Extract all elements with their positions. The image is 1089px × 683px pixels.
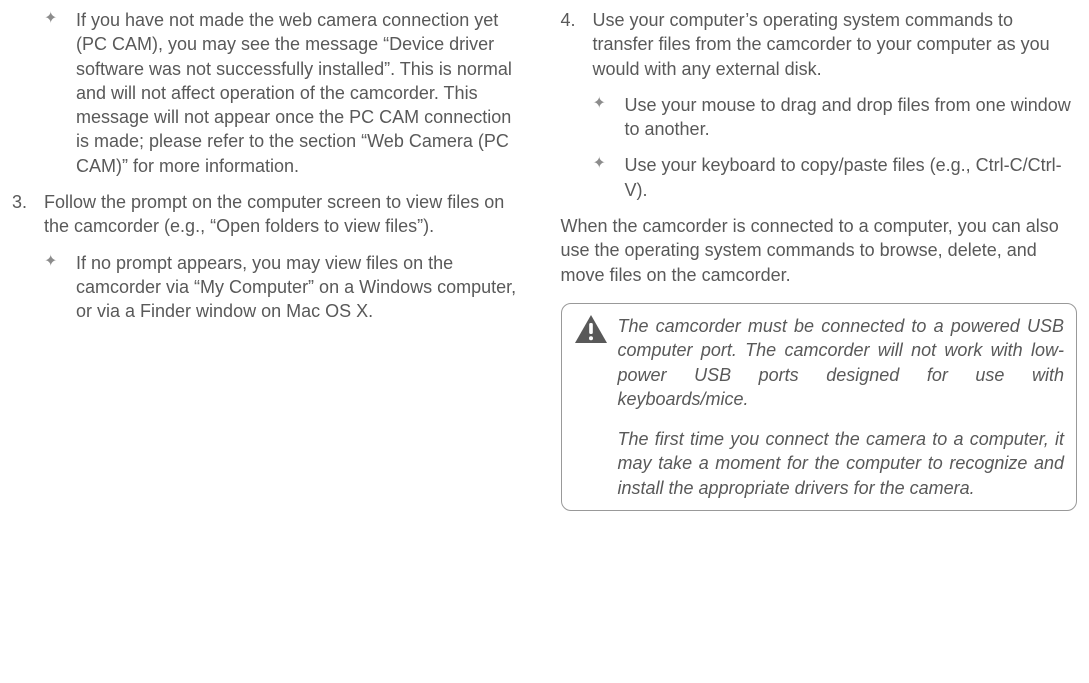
bullet-no-prompt: ✦ If no prompt appears, you may view fil… bbox=[12, 251, 529, 324]
diamond-icon: ✦ bbox=[593, 153, 625, 202]
step-text: Use your computer’s operating system com… bbox=[593, 8, 1078, 81]
bullet-text: Use your mouse to drag and drop files fr… bbox=[625, 93, 1078, 142]
diamond-icon: ✦ bbox=[593, 93, 625, 142]
bullet-text: If no prompt appears, you may view files… bbox=[76, 251, 529, 324]
note-text-drivers: The first time you connect the camera to… bbox=[574, 427, 1065, 500]
bullet-drag-drop: ✦ Use your mouse to drag and drop files … bbox=[561, 93, 1078, 142]
bullet-pc-cam-note: ✦ If you have not made the web camera co… bbox=[12, 8, 529, 178]
bullet-text: If you have not made the web camera conn… bbox=[76, 8, 529, 178]
bullet-text: Use your keyboard to copy/paste files (e… bbox=[625, 153, 1078, 202]
warning-icon bbox=[574, 314, 608, 344]
step-number: 3. bbox=[12, 190, 44, 239]
left-column: ✦ If you have not made the web camera co… bbox=[8, 2, 529, 681]
right-column: 4. Use your computer’s operating system … bbox=[561, 2, 1082, 681]
note-text-usb: The camcorder must be connected to a pow… bbox=[618, 314, 1065, 411]
step-3: 3. Follow the prompt on the computer scr… bbox=[12, 190, 529, 239]
bullet-copy-paste: ✦ Use your keyboard to copy/paste files … bbox=[561, 153, 1078, 202]
step-4: 4. Use your computer’s operating system … bbox=[561, 8, 1078, 81]
step-text: Follow the prompt on the computer screen… bbox=[44, 190, 529, 239]
diamond-icon: ✦ bbox=[44, 251, 76, 324]
connected-paragraph: When the camcorder is connected to a com… bbox=[561, 214, 1078, 287]
note-row-1: The camcorder must be connected to a pow… bbox=[574, 314, 1065, 411]
diamond-icon: ✦ bbox=[44, 8, 76, 178]
warning-note-box: The camcorder must be connected to a pow… bbox=[561, 303, 1078, 511]
step-number: 4. bbox=[561, 8, 593, 81]
